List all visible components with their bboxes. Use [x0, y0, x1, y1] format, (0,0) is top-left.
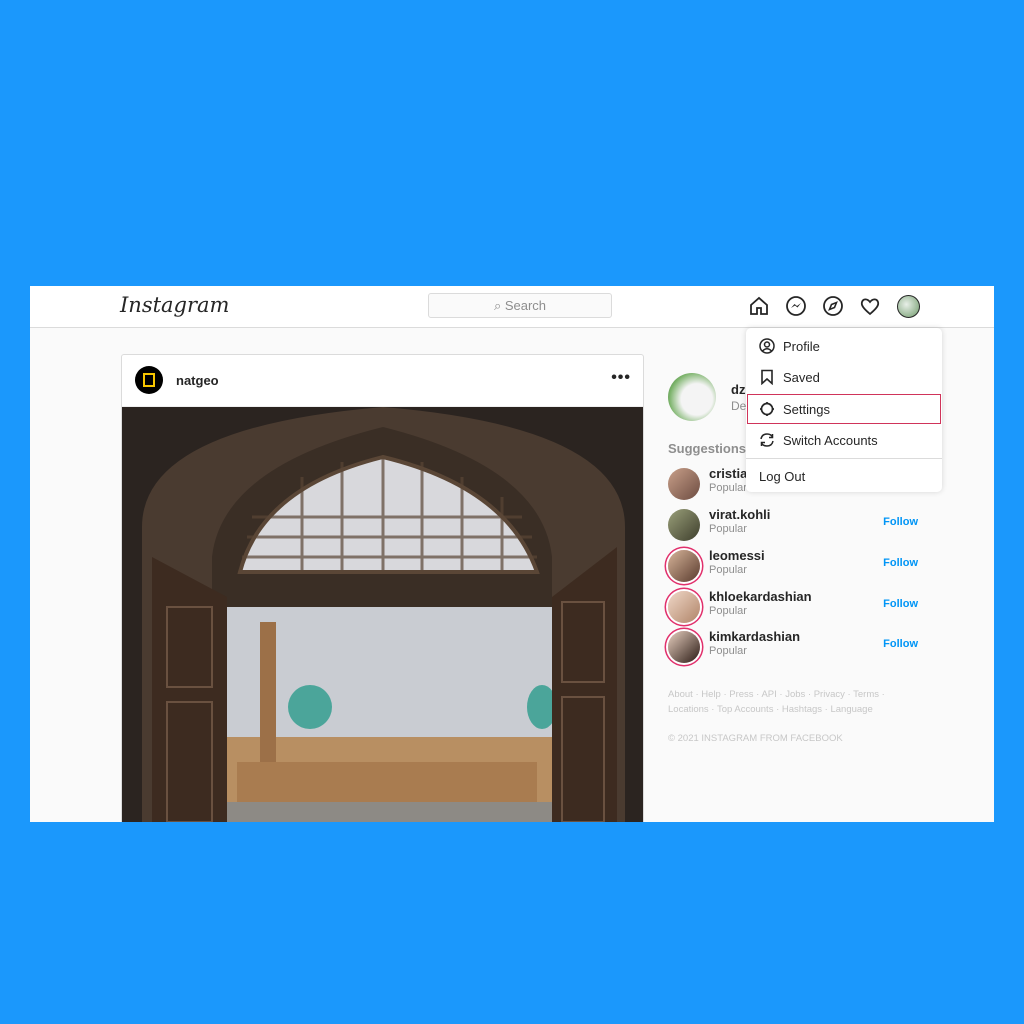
profile-dropdown-menu: Profile Saved Settings Switch Accounts L…: [746, 328, 942, 492]
current-username[interactable]: dz: [731, 382, 745, 397]
more-options-icon[interactable]: •••: [611, 369, 631, 387]
suggestion-row: leomessi Popular Follow: [668, 548, 928, 584]
profile-avatar-button[interactable]: [897, 295, 920, 318]
instagram-window: Instagram ⌕ Search natgeo ••• dz De Sugg…: [30, 286, 994, 822]
suggestions-title: Suggestions: [668, 441, 747, 456]
current-user-fullname: De: [731, 399, 747, 413]
suggestion-reason: Popular: [709, 645, 747, 657]
profile-icon: [759, 338, 775, 354]
bookmark-icon: [761, 369, 773, 385]
menu-divider: [746, 458, 942, 459]
menu-label: Settings: [783, 402, 830, 417]
avatar[interactable]: [668, 591, 700, 623]
suggestion-username[interactable]: khloekardashian: [709, 589, 812, 604]
menu-item-switch-accounts[interactable]: Switch Accounts: [746, 425, 942, 455]
suggestion-row: khloekardashian Popular Follow: [668, 589, 928, 625]
post-header: natgeo •••: [122, 355, 643, 407]
footer-links[interactable]: About · Help · Press · API · Jobs · Priv…: [668, 689, 885, 700]
suggestion-username[interactable]: virat.kohli: [709, 507, 770, 522]
menu-label: Profile: [783, 339, 820, 354]
top-nav: Instagram ⌕ Search: [30, 286, 994, 328]
menu-label: Saved: [783, 370, 820, 385]
search-input[interactable]: ⌕ Search: [428, 293, 612, 318]
post-card: natgeo •••: [121, 354, 644, 822]
suggestion-username[interactable]: leomessi: [709, 548, 765, 563]
search-icon: ⌕: [493, 298, 505, 313]
explore-icon[interactable]: [822, 295, 844, 317]
instagram-logo[interactable]: Instagram: [120, 293, 229, 317]
heart-icon[interactable]: [859, 295, 881, 317]
current-user-avatar[interactable]: [668, 373, 716, 421]
gear-icon: [760, 402, 774, 416]
menu-label: Switch Accounts: [783, 433, 878, 448]
suggestion-username[interactable]: kimkardashian: [709, 629, 800, 644]
natgeo-avatar[interactable]: [135, 366, 163, 394]
follow-button[interactable]: Follow: [883, 638, 918, 650]
menu-item-settings[interactable]: Settings: [747, 394, 941, 424]
home-icon[interactable]: [748, 295, 770, 317]
avatar[interactable]: [668, 509, 700, 541]
suggestion-row: kimkardashian Popular Follow: [668, 629, 928, 665]
suggestion-username[interactable]: cristia: [709, 466, 747, 481]
suggestion-reason: Popular: [709, 523, 747, 535]
suggestion-reason: Popular: [709, 564, 747, 576]
avatar[interactable]: [668, 631, 700, 663]
suggestion-reason: Popular: [709, 605, 747, 617]
suggestion-row: virat.kohli Popular Follow: [668, 507, 928, 543]
post-username[interactable]: natgeo: [176, 373, 219, 388]
footer-links[interactable]: Locations · Top Accounts · Hashtags · La…: [668, 704, 873, 715]
menu-item-saved[interactable]: Saved: [746, 362, 942, 392]
post-image[interactable]: [122, 407, 644, 822]
switch-icon: [760, 433, 774, 447]
avatar[interactable]: [668, 468, 700, 500]
avatar[interactable]: [668, 550, 700, 582]
follow-button[interactable]: Follow: [883, 557, 918, 569]
menu-item-profile[interactable]: Profile: [746, 331, 942, 361]
search-placeholder: Search: [504, 298, 547, 313]
follow-button[interactable]: Follow: [883, 516, 918, 528]
menu-label: Log Out: [759, 469, 806, 484]
suggestion-reason: Popular: [709, 482, 747, 494]
copyright: © 2021 INSTAGRAM FROM FACEBOOK: [668, 733, 843, 744]
follow-button[interactable]: Follow: [883, 598, 918, 610]
menu-item-logout[interactable]: Log Out: [746, 461, 942, 491]
messenger-icon[interactable]: [785, 295, 807, 317]
